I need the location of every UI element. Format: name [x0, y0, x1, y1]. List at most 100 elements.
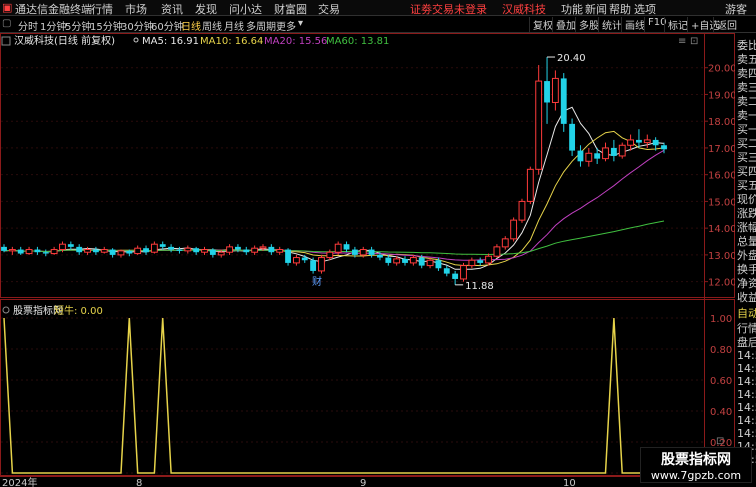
candle-body-down — [301, 257, 308, 261]
candlesticks — [1, 57, 667, 285]
rp-afterhours[interactable]: 盘后 — [737, 334, 756, 350]
candle-body-down — [544, 81, 550, 103]
rp-auto[interactable]: 自动 — [737, 305, 756, 321]
candle-body-down — [42, 252, 49, 254]
ma60-label: MA60: 13.81 — [326, 36, 389, 47]
main-y-tick-label: 17.00 — [708, 144, 735, 155]
settings-dot-icon[interactable] — [133, 37, 139, 43]
menu-quotes[interactable]: 行情 — [91, 1, 113, 17]
candle-body-down — [92, 249, 99, 253]
finance-marker[interactable]: 财 — [312, 275, 322, 288]
tf-tick[interactable]: 分时 — [18, 18, 38, 33]
tf-more[interactable]: 更多 — [276, 18, 296, 33]
period-toolbar: ▢ 分时 1分钟 5分钟 15分钟 30分钟 60分钟 日线 周线 月线 多周期… — [0, 16, 756, 33]
menu-ask[interactable]: 问小达 — [229, 1, 262, 17]
indicator-frame — [0, 299, 735, 476]
tf-5min[interactable]: 5分钟 — [65, 18, 91, 33]
candle-body-down — [209, 249, 216, 255]
candle-body-down — [385, 257, 392, 263]
candle-body-up — [134, 247, 142, 255]
candle-body-down — [377, 254, 383, 258]
tf-multi[interactable]: 多周期 — [246, 18, 276, 33]
toolbar-square-icon[interactable]: ▢ — [2, 18, 11, 29]
candle-body-down — [17, 249, 24, 254]
candle-body-down — [268, 246, 275, 253]
indicator-y-tick-label: 1.00 — [710, 314, 732, 325]
rp-time-4: 14:5 — [737, 388, 756, 401]
rp-time-5: 14:5 — [737, 401, 756, 414]
menu-trade[interactable]: 交易 — [318, 1, 340, 17]
candle-body-up — [217, 251, 225, 256]
candle-body-up — [627, 139, 635, 146]
candle-body-down — [569, 123, 576, 151]
btn-multistock[interactable]: 多股 — [575, 17, 599, 32]
menu-help[interactable]: 帮助 — [609, 1, 631, 17]
main-y-tick-label: 13.00 — [708, 251, 735, 262]
rp-time-1: 14:5 — [737, 349, 756, 362]
tf-monthly[interactable]: 月线 — [224, 18, 244, 33]
x-axis: 2024年 8 9 10 — [2, 476, 576, 487]
collapse-icon[interactable] — [1, 36, 11, 46]
candle-body-up — [84, 249, 91, 253]
btn-restore-rights[interactable]: 复权 — [529, 17, 553, 32]
candle-body-down — [76, 246, 83, 253]
ma20-label: MA20: 15.56 — [264, 36, 327, 47]
main-y-tick-label: 16.00 — [708, 171, 735, 182]
menu-discover[interactable]: 发现 — [195, 1, 217, 17]
candle-body-down — [143, 248, 149, 253]
tf-30min[interactable]: 30分钟 — [121, 18, 154, 33]
candle-body-up — [226, 246, 233, 253]
menu-wealth[interactable]: 财富圈 — [274, 1, 307, 17]
chart-area[interactable]: 汉威科技(日线 前复权) MA5: 16.91 MA10: 16.64 MA20… — [0, 33, 735, 487]
candle-body-up — [485, 255, 492, 264]
menu-options[interactable]: 选项 — [634, 1, 656, 17]
btn-stats[interactable]: 统计 — [598, 17, 622, 32]
tf-daily[interactable]: 日线 — [181, 18, 201, 33]
x-label-aug: 8 — [136, 478, 142, 487]
tf-60min[interactable]: 60分钟 — [151, 18, 184, 33]
btn-draw[interactable]: 画线 — [621, 17, 645, 32]
candle-body-down — [343, 244, 350, 250]
candle-body-down — [652, 139, 659, 146]
rp-time-7: 14:5 — [737, 427, 756, 440]
ma10-label: MA10: 16.64 — [200, 36, 263, 47]
candle-body-down — [176, 249, 183, 251]
candle-body-down — [351, 249, 358, 255]
indicator-settings-icon[interactable] — [2, 306, 10, 314]
menu-market[interactable]: 市场 — [125, 1, 147, 17]
candle-body-down — [285, 249, 291, 263]
tf-15min[interactable]: 15分钟 — [90, 18, 123, 33]
candle-body-up — [326, 251, 334, 259]
btn-mark[interactable]: 标记 — [664, 17, 688, 32]
chevron-down-icon[interactable]: ▾ — [298, 18, 303, 29]
low-price-label: 11.88 — [465, 281, 494, 292]
chart-menu-icon[interactable]: ≡ — [678, 36, 686, 47]
menu-news[interactable]: 资讯 — [161, 1, 183, 17]
tf-1min[interactable]: 1分钟 — [40, 18, 66, 33]
x-label-sep: 9 — [360, 478, 366, 487]
candle-body-up — [318, 257, 325, 272]
tf-weekly[interactable]: 周线 — [202, 18, 222, 33]
main-y-tick-label: 20.00 — [708, 64, 735, 75]
indicator-y-tick-label: 0.40 — [710, 407, 732, 418]
btn-back[interactable]: 返回 — [713, 17, 737, 32]
menu-guest[interactable]: 游客 — [725, 1, 747, 17]
menu-newsfeed[interactable]: 新闻 — [585, 1, 607, 17]
candle-body-up — [526, 168, 534, 202]
main-y-tick-label: 12.00 — [708, 278, 735, 289]
indicator-line — [3, 317, 664, 474]
candle-body-up — [468, 259, 476, 267]
candle-body-up — [409, 257, 417, 264]
candle-body-up — [643, 139, 651, 144]
menu-function[interactable]: 功能 — [561, 1, 583, 17]
candle-body-up — [117, 250, 125, 256]
candle-body-down — [109, 249, 116, 255]
candle-body-up — [618, 144, 626, 157]
candle-body-down — [418, 257, 425, 266]
rp-earnings: 收益 — [737, 291, 756, 304]
x-label-oct: 10 — [563, 478, 576, 487]
candle-body-up — [50, 249, 58, 255]
btn-overlay[interactable]: 叠加 — [552, 17, 576, 32]
chart-expand-icon[interactable]: ⊡ — [690, 36, 698, 47]
rp-time-2: 14:5 — [737, 362, 756, 375]
